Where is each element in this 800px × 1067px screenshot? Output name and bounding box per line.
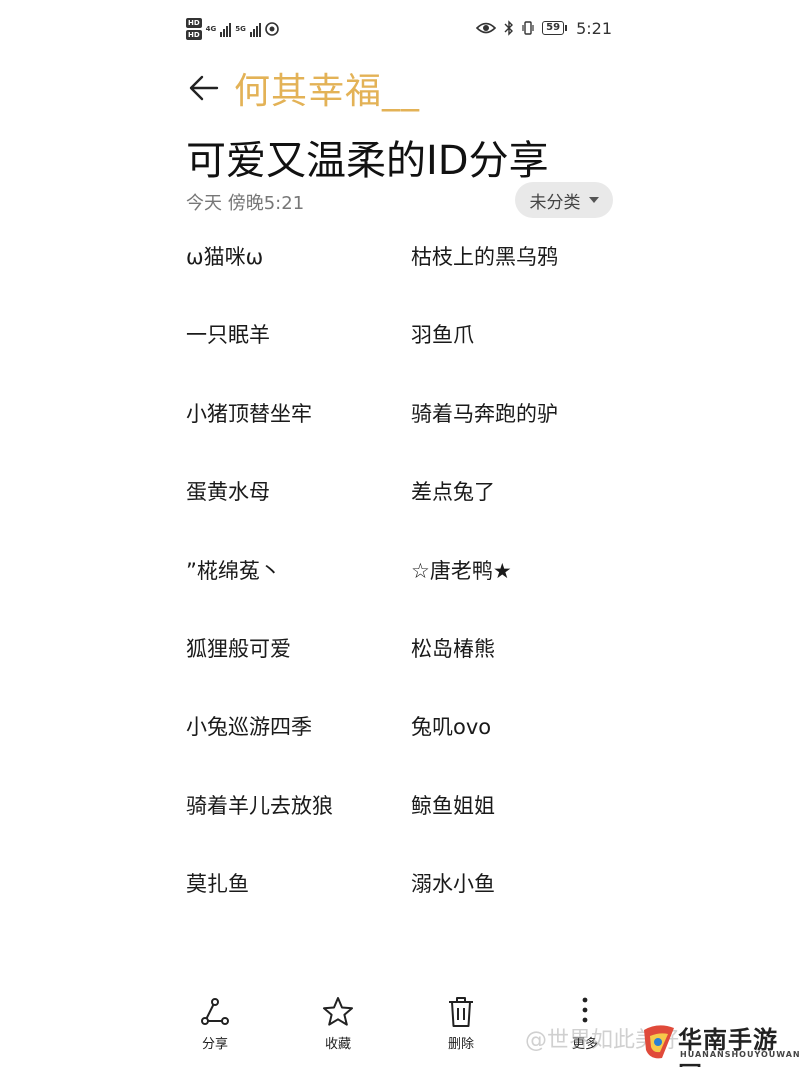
id-right: 兔叽ovo: [411, 715, 492, 740]
site-watermark-logo: 华南手游网 HUANANSHOUYOUWANG: [640, 1020, 800, 1067]
note-body[interactable]: ω猫咪ω 枯枝上的黑乌鸦 一只眠羊 羽鱼爪 小猪顶替坐牢 骑着马奔跑的驴 蛋黄水…: [186, 241, 626, 947]
share-icon: [201, 998, 229, 1025]
id-left: 小兔巡游四季: [186, 715, 312, 740]
network-type-1: 4G: [205, 25, 217, 33]
list-item: 狐狸般可爱 松岛椿熊: [186, 633, 626, 711]
id-left: 狐狸般可爱: [186, 636, 291, 661]
id-right: 羽鱼爪: [411, 323, 474, 348]
author-name[interactable]: 何其幸福__: [234, 62, 420, 114]
note-header: 何其幸福__: [186, 60, 420, 116]
delete-button[interactable]: 删除: [421, 995, 501, 1052]
id-right: 溺水小鱼: [411, 872, 495, 897]
favorite-button[interactable]: 收藏: [298, 995, 378, 1052]
vibrate-icon: [522, 21, 534, 35]
id-right: 骑着马奔跑的驴: [411, 401, 558, 426]
note-timestamp: 今天 傍晚5:21: [186, 193, 305, 214]
status-bar: HD HD 4G 5G 59 5:21: [0, 0, 800, 56]
vpn-icon: [265, 22, 279, 36]
id-right: ☆唐老鸭★: [411, 558, 512, 583]
favorite-label: 收藏: [324, 1037, 351, 1052]
network-type-2: 5G: [235, 25, 246, 33]
category-label: 未分类: [529, 192, 581, 213]
signal-icon-1: [220, 21, 232, 37]
list-item: 一只眠羊 羽鱼爪: [186, 319, 626, 397]
id-left: 蛋黄水母: [186, 480, 270, 505]
id-right: 枯枝上的黑乌鸦: [411, 245, 558, 269]
brand-subtitle: HUANANSHOUYOUWANG: [680, 1050, 800, 1059]
id-left: 骑着羊儿去放狼: [186, 793, 333, 818]
hd-badge-2: HD: [186, 30, 202, 40]
list-item: 骑着羊儿去放狼 鲸鱼姐姐: [186, 790, 626, 868]
list-item: ”椛绵菟丶 ☆唐老鸭★: [186, 555, 626, 633]
list-item: ω猫咪ω 枯枝上的黑乌鸦: [186, 241, 626, 319]
eye-icon: [476, 22, 497, 34]
hd-badge-1: HD: [186, 18, 202, 28]
id-right: 松岛椿熊: [411, 636, 495, 661]
list-item: 莫扎鱼 溺水小鱼: [186, 868, 626, 946]
status-left: HD HD 4G 5G: [186, 14, 279, 44]
status-right: 59 5:21: [476, 16, 612, 40]
share-label: 分享: [201, 1037, 228, 1052]
share-button[interactable]: 分享: [175, 995, 255, 1052]
category-dropdown[interactable]: 未分类: [515, 182, 613, 218]
list-item: 小猪顶替坐牢 骑着马奔跑的驴: [186, 398, 626, 476]
id-left: ”椛绵菟丶: [186, 558, 281, 583]
caret-down-icon: [588, 197, 599, 203]
brand-logo-icon: [644, 1025, 674, 1059]
id-right: 差点兔了: [411, 480, 495, 505]
bluetooth-icon: [504, 20, 514, 36]
status-time: 5:21: [576, 18, 612, 38]
id-left: 莫扎鱼: [186, 872, 249, 897]
id-left: ω猫咪ω: [186, 245, 264, 269]
id-right: 鲸鱼姐姐: [411, 793, 495, 818]
back-arrow-icon[interactable]: [186, 71, 220, 105]
id-left: 一只眠羊: [186, 323, 270, 348]
signal-icon-2: [249, 21, 261, 37]
id-left: 小猪顶替坐牢: [186, 401, 312, 426]
list-item: 小兔巡游四季 兔叽ovo: [186, 711, 626, 789]
trash-icon: [449, 997, 473, 1027]
delete-label: 删除: [447, 1037, 474, 1052]
star-icon: [323, 997, 353, 1026]
brand-name: 华南手游网: [678, 1026, 778, 1067]
battery-icon: 59: [542, 21, 567, 35]
note-title[interactable]: 可爱又温柔的ID分享: [186, 128, 549, 186]
list-item: 蛋黄水母 差点兔了: [186, 476, 626, 554]
